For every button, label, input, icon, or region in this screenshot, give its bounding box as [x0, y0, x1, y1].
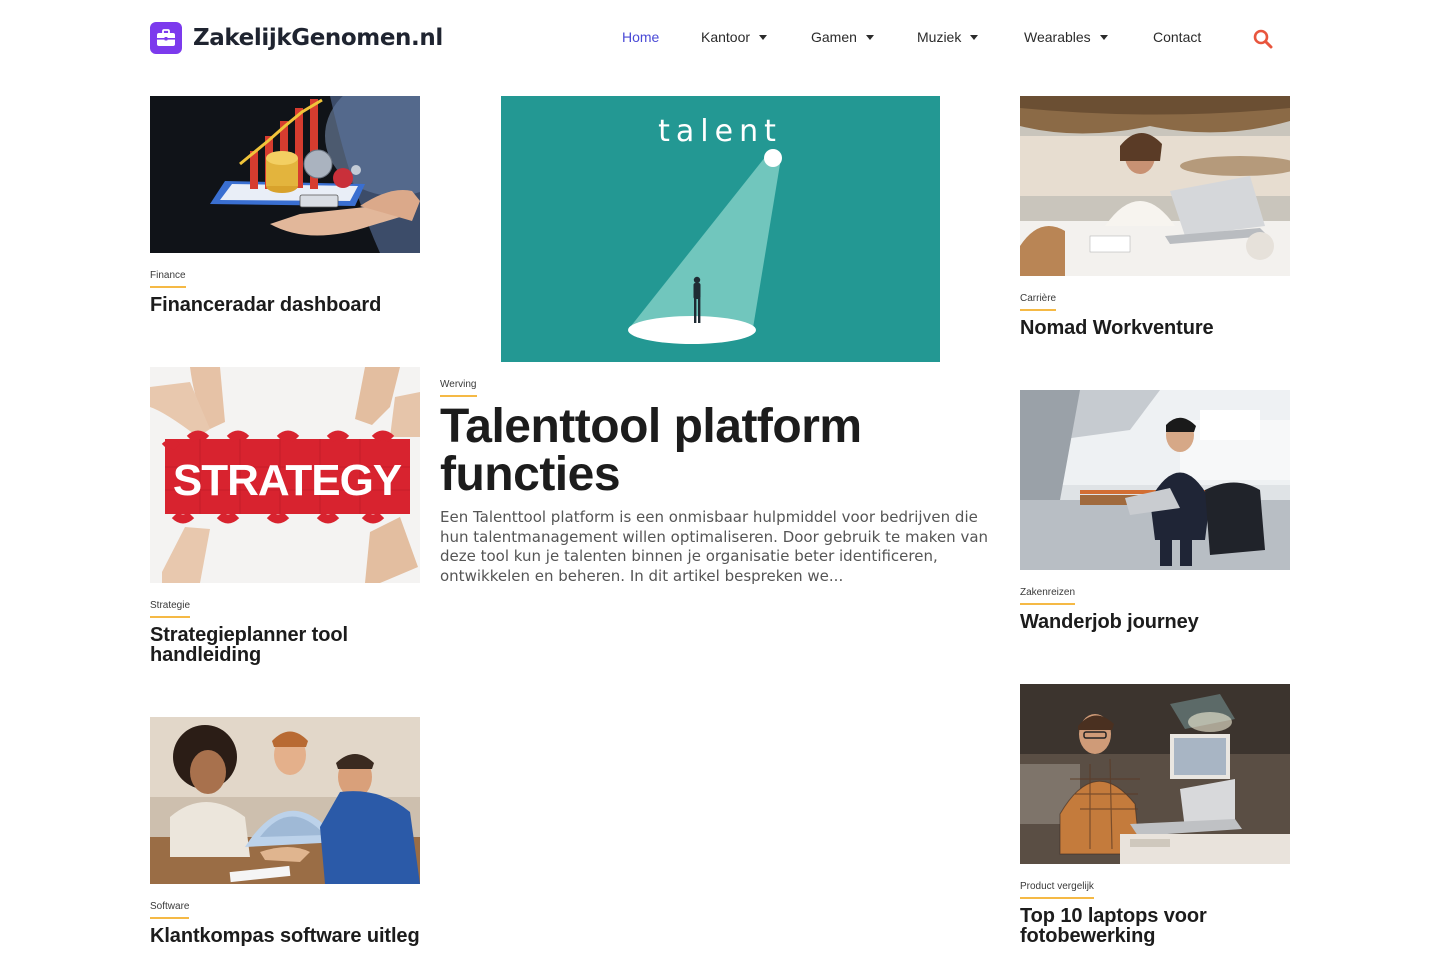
post-title[interactable]: Nomad Workventure — [1020, 318, 1290, 338]
caret-down-icon — [759, 35, 768, 40]
featured-image[interactable]: talent — [501, 96, 940, 362]
post-card-wanderjob-journey[interactable]: Zakenreizen Wanderjob journey — [1020, 390, 1290, 640]
post-category[interactable]: Zakenreizen — [1020, 587, 1076, 605]
nav-muziek-label: Muziek — [917, 29, 962, 45]
post-title[interactable]: Top 10 laptops voor fotobewerking — [1020, 906, 1290, 946]
post-thumbnail[interactable]: STRATEGY — [150, 367, 420, 583]
post-category[interactable]: Finance — [150, 270, 186, 288]
featured-category[interactable]: Werving — [440, 379, 477, 397]
post-category[interactable]: Product vergelijk — [1020, 881, 1094, 899]
post-title[interactable]: Financeradar dashboard — [150, 295, 420, 315]
post-category[interactable]: Strategie — [150, 600, 191, 618]
site-header: ZakelijkGenomen.nl Home Kantoor Gamen Mu… — [0, 0, 1440, 78]
caret-down-icon — [970, 35, 979, 40]
featured-excerpt: Een Talenttool platform is een onmisbaar… — [440, 508, 989, 585]
post-title[interactable]: Strategieplanner tool handleiding — [150, 625, 420, 665]
post-thumbnail[interactable] — [1020, 390, 1290, 570]
nav-home[interactable]: Home — [622, 29, 659, 45]
post-card-top-laptops[interactable]: Product vergelijk Top 10 laptops voor fo… — [1020, 684, 1290, 960]
post-thumbnail[interactable] — [1020, 684, 1290, 864]
featured-title[interactable]: Talenttool platform functies — [440, 403, 1000, 499]
post-title[interactable]: Klantkompas software uitleg — [150, 926, 420, 946]
nav-contact-label: Contact — [1153, 29, 1202, 45]
post-thumbnail[interactable] — [150, 96, 420, 253]
nav-wearables[interactable]: Wearables — [1024, 29, 1108, 45]
post-category[interactable]: Carrière — [1020, 293, 1057, 311]
post-thumbnail[interactable] — [1020, 96, 1290, 276]
search-icon[interactable] — [1253, 29, 1273, 49]
post-thumbnail[interactable] — [150, 717, 420, 884]
nav-wearables-label: Wearables — [1024, 29, 1091, 45]
post-card-strategieplanner[interactable]: STRATEGY Strategie Strategieplanner tool… — [150, 367, 420, 672]
nav-home-label: Home — [622, 29, 660, 45]
post-title[interactable]: Wanderjob journey — [1020, 612, 1290, 632]
featured-image-text: talent — [658, 114, 782, 149]
post-card-financeradar[interactable]: Finance Financeradar dashboard — [150, 96, 420, 326]
caret-down-icon — [1099, 35, 1108, 40]
nav-muziek[interactable]: Muziek — [917, 29, 979, 45]
post-card-klantkompas[interactable]: Software Klantkompas software uitleg — [150, 717, 420, 960]
nav-kantoor-label: Kantoor — [701, 29, 751, 45]
svg-text:STRATEGY: STRATEGY — [173, 456, 402, 505]
main-nav: Home Kantoor Gamen Muziek Wearables Cont… — [0, 29, 1440, 49]
caret-down-icon — [865, 35, 874, 40]
nav-contact[interactable]: Contact — [1153, 29, 1201, 45]
post-card-nomad-workventure[interactable]: Carrière Nomad Workventure — [1020, 96, 1290, 346]
nav-gamen[interactable]: Gamen — [811, 29, 874, 45]
post-category[interactable]: Software — [150, 901, 190, 919]
nav-kantoor[interactable]: Kantoor — [701, 29, 768, 45]
nav-gamen-label: Gamen — [811, 29, 857, 45]
